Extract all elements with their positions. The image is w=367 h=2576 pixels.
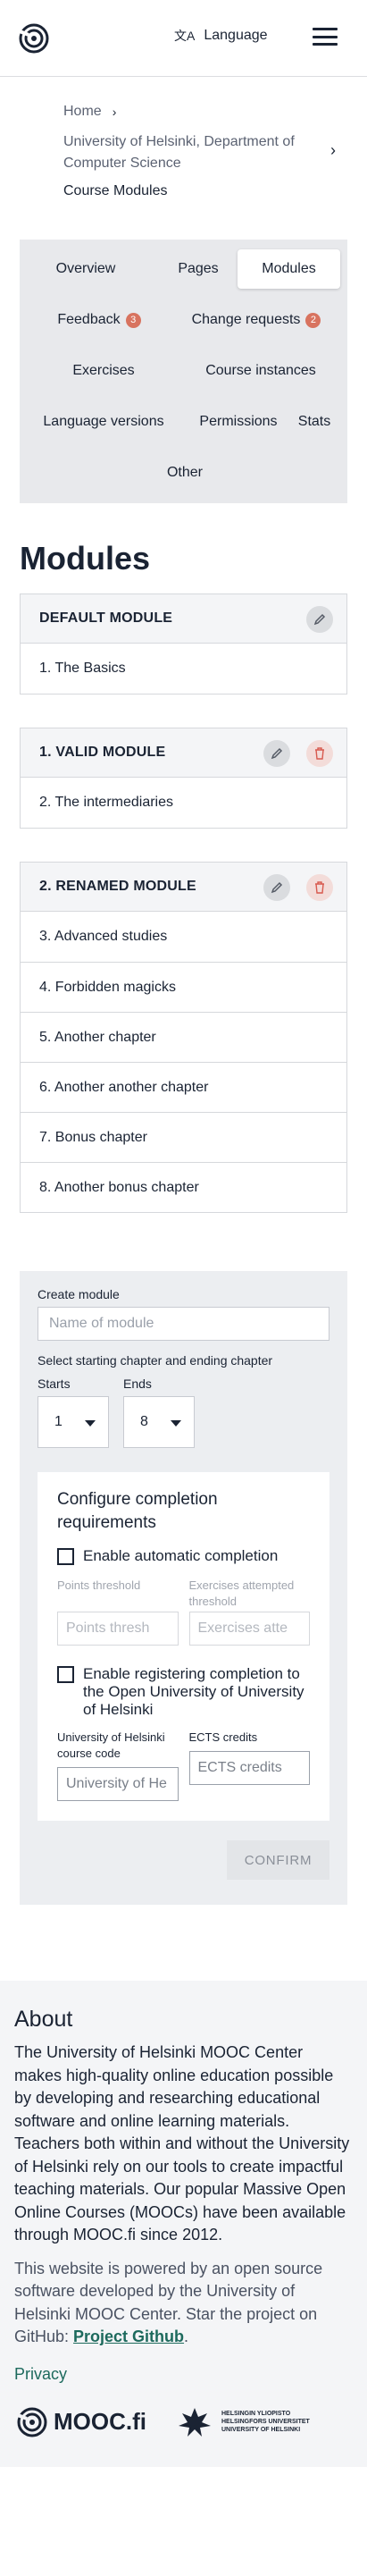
university-of-helsinki-logo[interactable]: HELSINGIN YLIOPISTO HELSINGFORS UNIVERSI… — [175, 2404, 310, 2440]
ends-select[interactable]: 8 — [123, 1396, 195, 1448]
chapter-select-label: Select starting chapter and ending chapt… — [38, 1353, 273, 1368]
chevron-right-icon: › — [112, 105, 117, 119]
tab-language-versions[interactable]: Language versions — [32, 402, 175, 442]
trash-icon — [315, 747, 324, 760]
menu-icon[interactable] — [313, 28, 338, 46]
enable-registering-row[interactable]: Enable registering completion to the Ope… — [57, 1665, 310, 1719]
chapter-item: 5. Another chapter — [21, 1012, 346, 1062]
uh-torch-icon — [179, 2407, 211, 2437]
change-requests-count-badge: 2 — [305, 312, 321, 328]
tab-change-requests[interactable]: Change requests 2 — [171, 300, 341, 340]
exercises-attempted-input[interactable]: Exercises atte — [188, 1612, 310, 1646]
module-header: 1. VALID MODULE — [21, 728, 346, 778]
chapter-item: 2. The intermediaries — [39, 795, 173, 810]
enable-registering-checkbox[interactable] — [57, 1666, 74, 1683]
edit-module-button[interactable] — [263, 740, 290, 767]
tab-permissions[interactable]: Permissions — [189, 402, 288, 442]
create-module-form: Create module Name of module Select star… — [20, 1271, 347, 1905]
breadcrumb: Home › University of Helsinki, Departmen… — [0, 77, 367, 199]
create-module-label: Create module — [38, 1287, 120, 1301]
language-selector[interactable]: 文A Language — [174, 27, 268, 45]
chevron-down-icon — [85, 1420, 96, 1427]
starts-select[interactable]: 1 — [38, 1396, 109, 1448]
project-github-link[interactable]: Project Github — [73, 2328, 184, 2345]
uh-course-code-label: University of Helsinki course code — [57, 1730, 165, 1760]
module-name: 1. VALID MODULE — [39, 745, 166, 760]
powered-by-text: This website is powered by an open sourc… — [14, 2259, 323, 2346]
site-header: 文A Language — [0, 0, 367, 77]
exercises-attempted-label: Exercises attempted threshold — [188, 1578, 295, 1608]
tab-course-instances[interactable]: Course instances — [180, 351, 341, 391]
ends-label: Ends — [123, 1376, 152, 1391]
completion-requirements-panel: Configure completion requirements Enable… — [38, 1472, 329, 1821]
points-threshold-label: Points threshold — [57, 1578, 141, 1592]
points-threshold-input[interactable]: Points thresh — [57, 1612, 179, 1646]
uh-course-code-input[interactable]: University of He — [57, 1767, 179, 1801]
tab-stats[interactable]: Stats — [288, 402, 341, 442]
tab-pages[interactable]: Pages — [149, 249, 247, 289]
enable-auto-completion-checkbox[interactable] — [57, 1548, 74, 1565]
trash-icon — [315, 881, 324, 894]
chapter-item: 1. The Basics — [39, 661, 126, 676]
completion-title: Configure completion requirements — [57, 1490, 218, 1532]
pencil-icon — [271, 747, 283, 760]
ects-label: ECTS credits — [188, 1730, 258, 1744]
breadcrumb-current: Course Modules — [63, 183, 168, 198]
module-name: DEFAULT MODULE — [39, 610, 173, 626]
mooc-logo-icon[interactable] — [16, 21, 52, 56]
chapter-item: 3. Advanced studies — [39, 929, 168, 944]
tab-other[interactable]: Other — [136, 453, 234, 492]
mooc-logo-icon — [17, 2407, 47, 2437]
pencil-icon — [313, 613, 326, 626]
delete-module-button[interactable] — [306, 740, 333, 767]
language-label: Language — [204, 28, 268, 43]
confirm-button[interactable]: CONFIRM — [227, 1840, 329, 1880]
mooc-fi-logo[interactable]: MOOC.fi — [14, 2404, 146, 2440]
translate-icon: 文A — [174, 29, 196, 43]
course-tabs: Overview Pages Modules Feedback 3 Change … — [20, 240, 347, 503]
module-card: 1. VALID MODULE 2. The intermediaries — [20, 728, 347, 829]
delete-module-button[interactable] — [306, 874, 333, 901]
page-title: Modules — [20, 540, 151, 577]
tab-feedback[interactable]: Feedback 3 — [32, 300, 166, 340]
pencil-icon — [271, 881, 283, 894]
modules-list: DEFAULT MODULE 1. The Basics 1. VALID MODU… — [0, 593, 367, 1213]
chapter-item: 8. Another bonus chapter — [21, 1162, 346, 1212]
tab-modules[interactable]: Modules — [238, 249, 340, 289]
module-name-input[interactable]: Name of module — [38, 1307, 329, 1341]
tab-exercises[interactable]: Exercises — [32, 351, 175, 391]
module-name: 2. RENAMED MODULE — [39, 879, 196, 894]
chevron-down-icon — [171, 1420, 181, 1427]
breadcrumb-home[interactable]: Home — [63, 104, 102, 120]
about-title: About — [14, 2007, 73, 2032]
feedback-count-badge: 3 — [125, 312, 141, 328]
module-card: DEFAULT MODULE 1. The Basics — [20, 593, 347, 695]
module-card: 2. RENAMED MODULE 3. Advanced studies 4. F… — [20, 862, 347, 1213]
starts-label: Starts — [38, 1376, 71, 1391]
chapter-item: 6. Another another chapter — [21, 1062, 346, 1112]
chapter-item: 7. Bonus chapter — [21, 1112, 346, 1162]
about-body: The University of Helsinki MOOC Center m… — [14, 2043, 350, 2243]
tab-overview[interactable]: Overview — [32, 249, 139, 289]
breadcrumb-department[interactable]: University of Helsinki, Department of Co… — [63, 131, 322, 174]
chapter-item: 4. Forbidden magicks — [21, 962, 346, 1012]
enable-auto-completion-row[interactable]: Enable automatic completion — [57, 1547, 310, 1565]
chevron-right-icon: › — [330, 141, 336, 159]
module-header: DEFAULT MODULE — [21, 594, 346, 644]
edit-module-button[interactable] — [263, 874, 290, 901]
ects-input[interactable]: ECTS credits — [188, 1751, 310, 1785]
privacy-link[interactable]: Privacy — [14, 2365, 353, 2384]
edit-module-button[interactable] — [306, 606, 333, 633]
module-header: 2. RENAMED MODULE — [21, 863, 346, 912]
site-footer: About The University of Helsinki MOOC Ce… — [0, 1981, 367, 2467]
